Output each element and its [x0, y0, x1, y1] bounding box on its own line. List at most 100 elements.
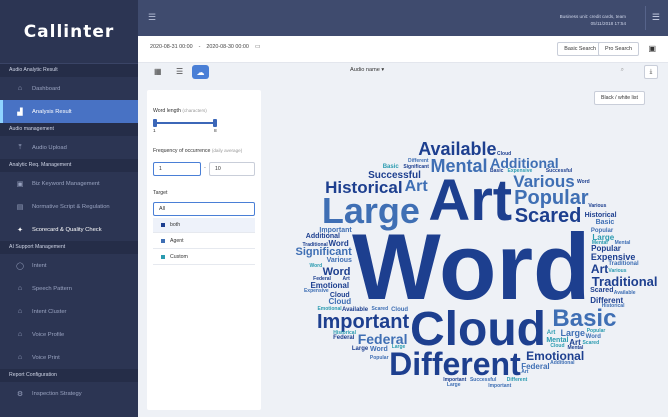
sidebar-item-normative-script-regulation[interactable]: ▤ Normative Script & Regulation [0, 195, 138, 218]
word-cloud-word[interactable]: Successful [546, 168, 572, 174]
word-cloud-word[interactable]: Different [389, 348, 521, 380]
word-cloud-word[interactable]: Large [352, 346, 368, 352]
word-cloud-word[interactable]: Art [343, 276, 350, 282]
sidebar-item-scorecard-quality-check[interactable]: ✦ Scorecard & Quality Check [0, 218, 138, 241]
word-length-min-handle[interactable] [153, 119, 157, 127]
word-cloud-word[interactable]: Basic [490, 169, 503, 174]
word-cloud-word[interactable]: Cloud [391, 307, 408, 313]
word-cloud-word[interactable]: Art [547, 330, 556, 336]
sidebar-item-biz-keyword-management[interactable]: ▣ Biz Keyword Management [0, 172, 138, 195]
frequency-to-input[interactable]: 10 [209, 162, 255, 176]
pro-search-button[interactable]: Pro Search [598, 42, 639, 56]
word-cloud-word[interactable]: Historical [602, 304, 625, 309]
word-cloud-word[interactable]: Important [317, 312, 409, 332]
word-cloud-word[interactable]: Cloud [330, 292, 350, 299]
word-cloud-word[interactable]: Historical [325, 179, 402, 196]
user-menu-icon[interactable]: ☰ [652, 12, 660, 23]
word-cloud-word[interactable]: Significant [403, 165, 429, 170]
word-cloud-word[interactable]: Expensive [508, 168, 533, 174]
word-cloud-word[interactable]: Traditional [608, 261, 638, 267]
grid-view-icon[interactable]: ▦ [154, 67, 162, 76]
black-white-list-button[interactable]: Black / white list [594, 91, 645, 105]
basic-search-button[interactable]: Basic Search [557, 42, 603, 56]
word-cloud-word[interactable]: Word [577, 180, 590, 185]
word-cloud-word[interactable]: Word [352, 220, 590, 314]
word-cloud-word[interactable]: Scared [590, 287, 613, 294]
word-cloud-word[interactable]: Federal [333, 335, 354, 341]
target-option-both[interactable]: both [153, 218, 255, 233]
word-cloud-word[interactable]: Additional [550, 360, 574, 366]
word-cloud-word[interactable]: Popular [591, 245, 621, 253]
target-option-custom[interactable]: Custom [153, 250, 255, 265]
word-length-max-handle[interactable] [213, 119, 217, 127]
sidebar-item-analysis-result[interactable]: ▟ Analysis Result [0, 100, 138, 123]
word-cloud-word[interactable]: Basic [596, 219, 615, 226]
word-cloud-word[interactable]: Federal [313, 277, 331, 282]
sidebar-item-inspection-strategy[interactable]: ⚙ Inspection Strategy [0, 382, 138, 405]
sidebar-item-intent[interactable]: ◯ Intent [0, 254, 138, 277]
word-cloud-word[interactable]: Large [322, 192, 420, 229]
word-cloud-word[interactable]: Various [327, 257, 352, 264]
calendar-icon[interactable]: ▭ [255, 43, 261, 50]
word-cloud-word[interactable]: Popular [587, 329, 606, 334]
word-cloud-word[interactable]: Art [405, 179, 428, 195]
word-cloud-word[interactable]: Mental [568, 345, 584, 351]
word-cloud-word[interactable]: Art [591, 263, 608, 275]
word-cloud-word[interactable]: Available [418, 140, 496, 158]
word-cloud-word[interactable]: Different [507, 377, 528, 383]
word-cloud-word[interactable]: Word [370, 346, 388, 353]
word-cloud-word[interactable]: Traditional [302, 242, 327, 248]
word-cloud-word[interactable]: Art [521, 369, 528, 375]
word-cloud-word[interactable]: Available [342, 307, 368, 313]
sidebar-item-speech-pattern[interactable]: ⌂ Speech Pattern [0, 277, 138, 300]
word-cloud-word[interactable]: Important [488, 383, 511, 389]
frequency-from-input[interactable]: 1 [153, 162, 201, 176]
download-icon[interactable]: ⤓ [644, 65, 658, 79]
sidebar-item-intent-cluster[interactable]: ⌂ Intent Cluster [0, 300, 138, 323]
word-cloud-word[interactable]: Historical [333, 330, 356, 336]
word-cloud-word[interactable]: Emotional [317, 306, 341, 312]
word-cloud-word[interactable]: Popular [370, 355, 389, 361]
sidebar-item-dashboard[interactable]: ⌂ Dashboard [0, 77, 138, 100]
sidebar-item-label: Intent [32, 262, 47, 269]
word-cloud-word[interactable]: Various [608, 269, 626, 274]
date-range-picker[interactable]: 2020-08-31 00:00 - 2020-08-30 00:00 ▭ [150, 43, 261, 51]
word-cloud-word[interactable]: Mental [592, 240, 608, 246]
word-cloud-word[interactable]: Large [447, 382, 461, 388]
word-cloud-word[interactable]: Traditional [592, 275, 658, 288]
word-cloud-word[interactable]: Large [392, 344, 406, 350]
home-icon: ⌂ [17, 85, 23, 92]
word-cloud-word[interactable]: Popular [591, 228, 613, 234]
word-cloud-word[interactable]: Cloud [497, 152, 511, 157]
sidebar-item-voice-profile[interactable]: ⌂ Voice Profile [0, 323, 138, 346]
word-cloud-word[interactable]: Different [408, 158, 429, 164]
word-cloud-word[interactable]: Successful [368, 170, 421, 181]
target-option-agent[interactable]: Agent [153, 234, 255, 249]
search-icon[interactable]: ⌕ [621, 67, 624, 74]
word-cloud-word[interactable]: Word [309, 264, 322, 269]
cloud-view-icon[interactable]: ☁ [192, 65, 209, 79]
word-cloud-word[interactable]: Mental [615, 240, 631, 246]
word-cloud-word[interactable]: Available [614, 290, 636, 296]
word-cloud-word[interactable]: Art [428, 171, 512, 230]
word-cloud-word[interactable]: Scared [582, 340, 599, 346]
word-cloud-word[interactable]: Scared [515, 206, 582, 226]
hamburger-menu-icon[interactable]: ☰ [148, 12, 156, 23]
target-select[interactable]: All [153, 202, 255, 216]
word-cloud-word[interactable]: Basic [383, 164, 399, 170]
word-cloud-word[interactable]: Mental [430, 157, 487, 175]
word-cloud-word[interactable]: Expensive [304, 289, 329, 294]
word-cloud-word[interactable]: Word [329, 239, 349, 248]
word-length-slider[interactable] [154, 122, 216, 124]
sidebar-item-audio-upload[interactable]: ⤒ Audio Upload [0, 136, 138, 159]
word-cloud-word[interactable]: Various [588, 204, 606, 209]
sidebar-item-voice-print[interactable]: ⌂ Voice Print [0, 346, 138, 369]
word-cloud-word[interactable]: Additional [306, 233, 340, 240]
audio-name-select[interactable]: Audio name ▾ [350, 67, 384, 73]
list-view-icon[interactable]: ☰ [176, 67, 183, 76]
word-cloud-word[interactable]: Various [513, 173, 574, 190]
target-color-swatch [161, 223, 165, 227]
word-cloud-word[interactable]: Cloud [550, 343, 564, 349]
word-cloud-word[interactable]: Scared [371, 307, 388, 312]
save-icon[interactable]: ▣ [648, 44, 656, 53]
